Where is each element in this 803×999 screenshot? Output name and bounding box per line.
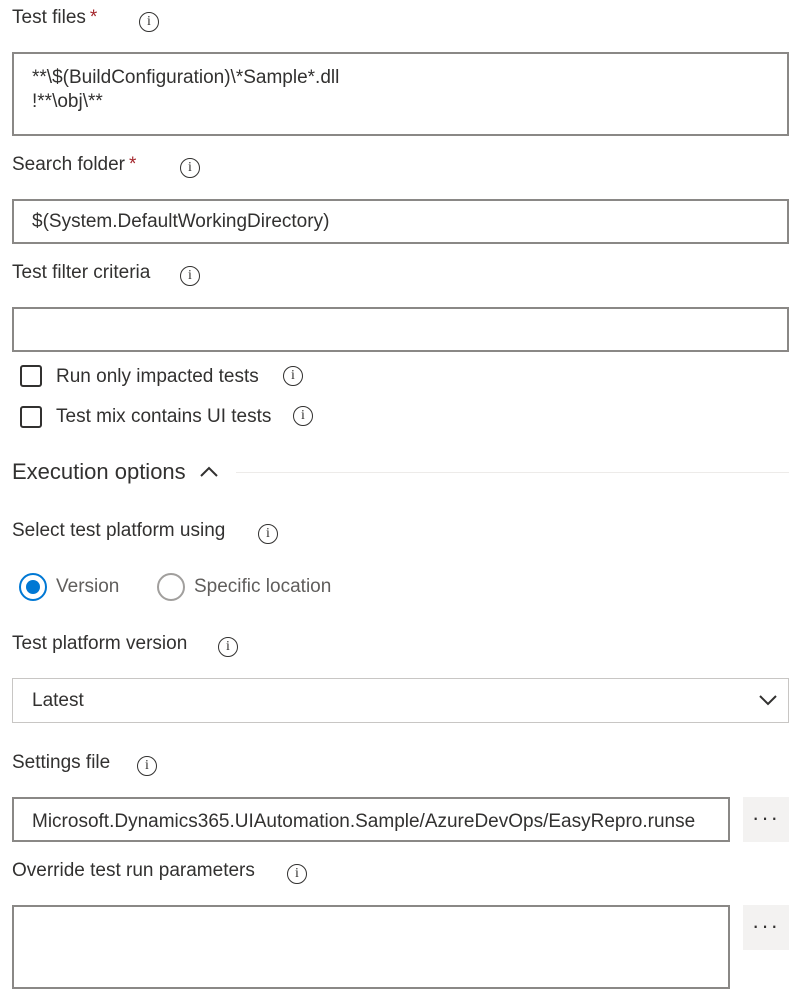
specific-location-radio[interactable] — [157, 573, 185, 601]
settings-file-browse-button[interactable]: ··· — [743, 797, 789, 842]
settings-file-value: Microsoft.Dynamics365.UIAutomation.Sampl… — [32, 811, 696, 832]
override-params-edit-button[interactable]: ··· — [743, 905, 789, 950]
search-folder-label: Search folder * — [12, 154, 136, 176]
search-folder-input[interactable]: $(System.DefaultWorkingDirectory) — [12, 199, 789, 244]
test-files-label: Test files * — [12, 7, 97, 29]
required-mark: * — [129, 154, 137, 175]
test-filter-input[interactable] — [12, 307, 789, 352]
specific-location-radio-label: Specific location — [194, 576, 332, 597]
test-filter-label: Test filter criteria — [12, 262, 151, 283]
radio-dot — [26, 580, 40, 594]
required-mark: * — [89, 7, 98, 28]
platform-version-value: Latest — [32, 690, 84, 711]
chevron-down-icon — [759, 695, 777, 706]
chevron-up-icon[interactable] — [198, 464, 220, 480]
info-icon[interactable]: i — [283, 366, 303, 386]
info-icon[interactable]: i — [137, 756, 157, 776]
override-params-label: Override test run parameters — [12, 860, 255, 881]
version-radio[interactable] — [19, 573, 47, 601]
info-icon[interactable]: i — [218, 637, 238, 657]
test-files-line-1: **\$(BuildConfiguration)\*Sample*.dll — [32, 67, 340, 88]
ui-tests-checkbox[interactable] — [20, 406, 42, 428]
info-icon[interactable]: i — [293, 406, 313, 426]
search-folder-label-text: Search folder — [12, 154, 126, 175]
platform-select-label: Select test platform using — [12, 520, 226, 541]
settings-file-label: Settings file — [12, 752, 111, 773]
search-folder-value: $(System.DefaultWorkingDirectory) — [32, 211, 330, 232]
test-files-textarea[interactable]: **\$(BuildConfiguration)\*Sample*.dll !*… — [12, 52, 789, 136]
version-radio-label: Version — [56, 576, 120, 597]
info-icon[interactable]: i — [180, 266, 200, 286]
info-icon[interactable]: i — [139, 12, 159, 32]
platform-version-dropdown[interactable]: Latest — [12, 678, 789, 723]
ui-tests-label: Test mix contains UI tests — [56, 406, 272, 427]
info-icon[interactable]: i — [258, 524, 278, 544]
settings-file-input[interactable]: Microsoft.Dynamics365.UIAutomation.Sampl… — [12, 797, 730, 842]
execution-options-heading[interactable]: Execution options — [12, 459, 186, 485]
platform-version-label: Test platform version — [12, 633, 188, 654]
test-files-line-2: !**\obj\** — [32, 91, 103, 112]
impacted-tests-label: Run only impacted tests — [56, 366, 259, 387]
override-params-textarea[interactable] — [12, 905, 730, 989]
test-files-label-text: Test files — [12, 7, 86, 28]
section-divider — [236, 472, 789, 473]
info-icon[interactable]: i — [287, 864, 307, 884]
info-icon[interactable]: i — [180, 158, 200, 178]
impacted-tests-checkbox[interactable] — [20, 365, 42, 387]
